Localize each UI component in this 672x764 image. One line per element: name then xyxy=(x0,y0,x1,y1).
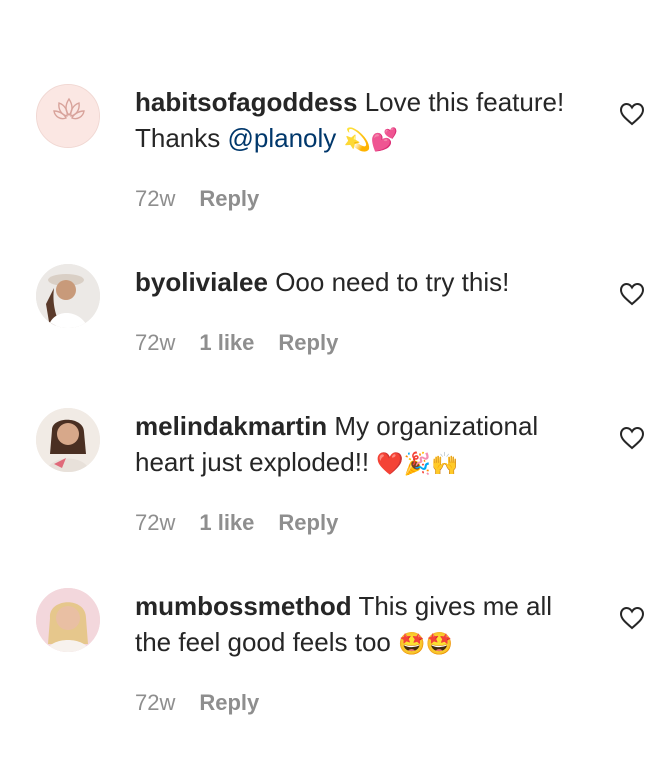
comment-username[interactable]: habitsofagoddess xyxy=(135,87,357,117)
comment-emoji: ❤️🎉🙌 xyxy=(376,452,459,477)
avatar[interactable] xyxy=(36,408,100,472)
mention-link[interactable]: @planoly xyxy=(228,123,337,153)
comment-emoji: 💫💕 xyxy=(343,128,399,153)
lotus-logo-icon xyxy=(37,85,99,147)
comment-body: byolivialee Ooo need to try this! xyxy=(135,264,590,300)
comment-meta: 72w Reply xyxy=(135,186,259,212)
comment-body: mumbossmethod This gives me all the feel… xyxy=(135,588,590,663)
like-count[interactable]: 1 like xyxy=(199,510,254,536)
comment-body: melindakmartin My organizational heart j… xyxy=(135,408,590,483)
comment-timestamp[interactable]: 72w xyxy=(135,690,175,716)
avatar[interactable] xyxy=(36,588,100,652)
comment-timestamp[interactable]: 72w xyxy=(135,510,175,536)
avatar[interactable] xyxy=(36,84,100,148)
woman-with-hat-icon xyxy=(36,264,100,328)
reply-button[interactable]: Reply xyxy=(278,330,338,356)
woman-smiling-icon xyxy=(36,408,100,472)
comment-username[interactable]: melindakmartin xyxy=(135,411,327,441)
comment-timestamp[interactable]: 72w xyxy=(135,186,175,212)
comment-body: habitsofagoddess Love this feature! Than… xyxy=(135,84,590,159)
like-heart-icon[interactable] xyxy=(619,426,645,450)
comment-timestamp[interactable]: 72w xyxy=(135,330,175,356)
comment-username[interactable]: byolivialee xyxy=(135,267,268,297)
like-heart-icon[interactable] xyxy=(619,102,645,126)
reply-button[interactable]: Reply xyxy=(199,186,259,212)
comment-emoji: 🤩🤩 xyxy=(398,632,453,657)
like-count[interactable]: 1 like xyxy=(199,330,254,356)
like-heart-icon[interactable] xyxy=(619,606,645,630)
comment-text: Ooo need to try this! xyxy=(275,267,510,297)
comment-meta: 72w 1 like Reply xyxy=(135,330,338,356)
comment-meta: 72w 1 like Reply xyxy=(135,510,338,536)
comment-username[interactable]: mumbossmethod xyxy=(135,591,352,621)
avatar[interactable] xyxy=(36,264,100,328)
blonde-woman-icon xyxy=(36,588,100,652)
reply-button[interactable]: Reply xyxy=(278,510,338,536)
reply-button[interactable]: Reply xyxy=(199,690,259,716)
like-heart-icon[interactable] xyxy=(619,282,645,306)
comment-meta: 72w Reply xyxy=(135,690,259,716)
